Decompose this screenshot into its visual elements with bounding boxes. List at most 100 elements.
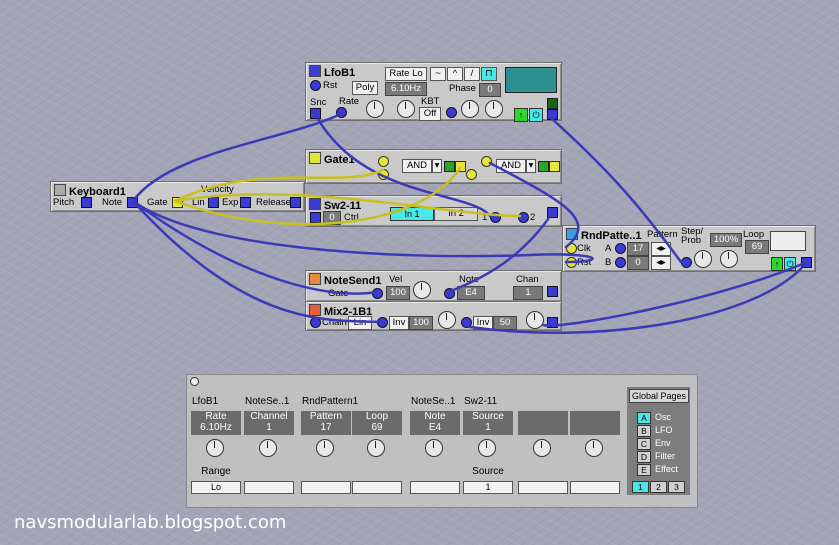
power-toggle[interactable]: ⏻ — [529, 108, 543, 122]
release-port[interactable] — [290, 197, 301, 208]
poly-button[interactable]: Poly — [352, 81, 378, 95]
rate-fine-knob[interactable] — [397, 100, 415, 118]
global-page-key[interactable]: D — [637, 451, 651, 463]
gate-op2[interactable]: AND — [496, 159, 526, 173]
gate-in-b[interactable] — [378, 169, 389, 180]
sw-in1-port[interactable] — [490, 212, 501, 223]
lin-button[interactable]: Lin — [348, 316, 372, 330]
global-page-key[interactable]: B — [637, 425, 651, 437]
b-stepper[interactable]: ◂▸ — [651, 256, 671, 270]
rnd-out-port[interactable] — [801, 257, 812, 268]
collapse-icon[interactable] — [54, 184, 66, 196]
rate-knob[interactable] — [366, 100, 384, 118]
prob-knob[interactable] — [694, 250, 712, 268]
gate-out-2[interactable] — [549, 161, 560, 172]
wave-triangle[interactable]: ^ — [447, 67, 463, 81]
phase-knob[interactable] — [461, 100, 479, 118]
global-page-key[interactable]: A — [637, 412, 651, 424]
wave-saw[interactable]: / — [464, 67, 480, 81]
panel-knob[interactable] — [425, 439, 443, 457]
collapse-icon[interactable] — [309, 304, 321, 316]
in1-button[interactable]: In 1 — [390, 207, 434, 221]
note-port[interactable] — [127, 197, 138, 208]
panel-knob[interactable] — [206, 439, 224, 457]
panel-close-icon[interactable] — [190, 377, 199, 386]
panel-param-slot[interactable] — [518, 411, 568, 435]
global-page-key[interactable]: C — [637, 438, 651, 450]
panel-sub-value[interactable]: 1 — [463, 481, 513, 494]
notesend-port[interactable] — [547, 286, 558, 297]
global-page-key[interactable]: E — [637, 464, 651, 476]
prob-port[interactable] — [681, 257, 692, 268]
vel-port[interactable] — [372, 288, 383, 299]
b-port[interactable] — [615, 257, 626, 268]
collapse-icon[interactable] — [309, 152, 321, 164]
collapse-icon[interactable] — [309, 198, 321, 210]
panel-sub-value[interactable] — [244, 481, 294, 494]
gate-port[interactable] — [172, 197, 183, 208]
level1-knob[interactable] — [438, 311, 456, 329]
gate-in-c[interactable] — [481, 156, 492, 167]
mix-in1-port[interactable] — [377, 317, 388, 328]
wave-square[interactable]: ⊓ — [481, 67, 497, 81]
lfo-out-port[interactable] — [547, 109, 558, 120]
panel-knob[interactable] — [585, 439, 603, 457]
rst-port[interactable] — [566, 257, 577, 268]
panel-sub-value[interactable] — [301, 481, 351, 494]
sw-out-port[interactable] — [547, 207, 558, 218]
shape-knob[interactable] — [485, 100, 503, 118]
wave-sine[interactable]: ~ — [430, 67, 446, 81]
panel-sub-value[interactable] — [352, 481, 402, 494]
panel-knob[interactable] — [259, 439, 277, 457]
panel-sub-value[interactable] — [518, 481, 568, 494]
global-page-number[interactable]: 2 — [650, 481, 667, 493]
in2-button[interactable]: In 2 — [434, 207, 478, 221]
gate-out-1[interactable] — [455, 161, 466, 172]
rnd-mute[interactable]: ↑ — [771, 257, 783, 271]
pitch-port[interactable] — [81, 197, 92, 208]
gate-in-a[interactable] — [378, 156, 389, 167]
panel-sub-value[interactable] — [410, 481, 460, 494]
panel-sub-value[interactable]: Lo — [191, 481, 241, 494]
a-port[interactable] — [615, 243, 626, 254]
chain-port[interactable] — [310, 317, 321, 328]
inv2-button[interactable]: Inv — [473, 316, 493, 330]
ctrl-port[interactable] — [310, 212, 321, 223]
gate-op2-dropdown[interactable]: ▾ — [526, 159, 536, 173]
panel-knob[interactable] — [478, 439, 496, 457]
rst-port[interactable] — [310, 80, 321, 91]
panel-knob[interactable] — [367, 439, 385, 457]
gate-op1[interactable]: AND — [402, 159, 432, 173]
global-page-number[interactable]: 3 — [668, 481, 685, 493]
mix-in2-port[interactable] — [461, 317, 472, 328]
lin-port[interactable] — [208, 197, 219, 208]
gate-op1-dropdown[interactable]: ▾ — [432, 159, 442, 173]
loop-knob[interactable] — [720, 250, 738, 268]
gate-in-d[interactable] — [466, 169, 477, 180]
collapse-icon[interactable] — [566, 228, 578, 240]
panel-param-slot[interactable] — [570, 411, 620, 435]
kbt-button[interactable]: Off — [419, 107, 441, 121]
mix-out-port[interactable] — [547, 317, 558, 328]
vel-knob[interactable] — [413, 281, 431, 299]
exp-port[interactable] — [240, 197, 251, 208]
snc-port[interactable] — [310, 108, 321, 119]
panel-sub-value[interactable] — [570, 481, 620, 494]
sw-in2-port[interactable] — [518, 212, 529, 223]
note-port[interactable] — [444, 288, 455, 299]
level2-knob[interactable] — [526, 311, 544, 329]
panel-knob[interactable] — [533, 439, 551, 457]
mute-toggle[interactable]: ↑ — [514, 108, 528, 122]
global-page-number[interactable]: 1 — [632, 481, 649, 493]
panel-knob[interactable] — [316, 439, 334, 457]
rnd-power[interactable]: ⏻ — [784, 257, 796, 271]
inv1-button[interactable]: Inv — [389, 316, 409, 330]
phase-in-port[interactable] — [446, 107, 457, 118]
rate-in-port[interactable] — [336, 107, 347, 118]
phase-value: 0 — [479, 83, 501, 97]
clk-port[interactable] — [566, 243, 577, 254]
collapse-icon[interactable] — [309, 65, 321, 77]
rate-mode-button[interactable]: Rate Lo — [385, 67, 427, 81]
a-stepper[interactable]: ◂▸ — [651, 242, 671, 256]
collapse-icon[interactable] — [309, 273, 321, 285]
